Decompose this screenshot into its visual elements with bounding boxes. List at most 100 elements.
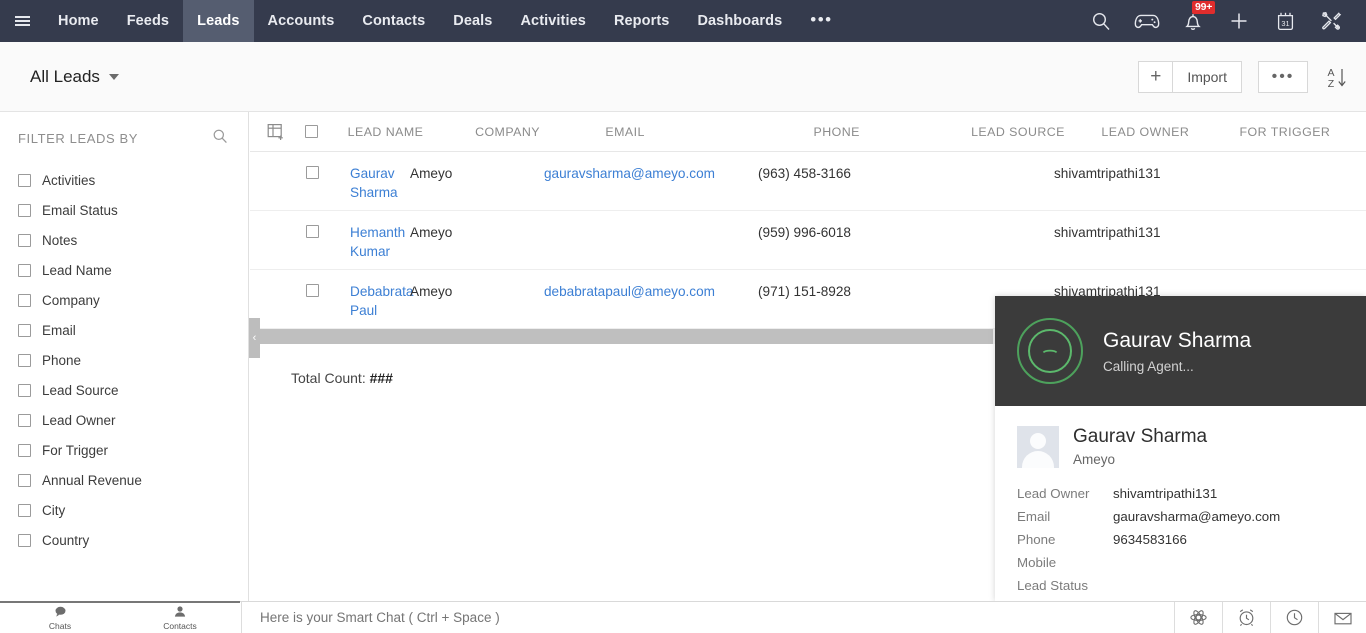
nav-item-leads[interactable]: Leads <box>183 0 254 42</box>
nav-item-feeds[interactable]: Feeds <box>113 0 183 42</box>
total-count-label: Total Count: <box>291 370 366 386</box>
column-header-company[interactable]: COMPANY <box>475 125 605 139</box>
nav-item-dashboards[interactable]: Dashboards <box>683 0 796 42</box>
nav-item-reports[interactable]: Reports <box>600 0 684 42</box>
filter-label: Lead Name <box>42 262 112 278</box>
cell-email[interactable]: gauravsharma@ameyo.com <box>544 164 758 183</box>
cell-lead-name[interactable]: Gaurav Sharma <box>350 164 410 202</box>
filter-checkbox[interactable] <box>18 233 31 247</box>
add-column-icon[interactable] <box>256 123 297 141</box>
search-icon[interactable] <box>1078 0 1124 42</box>
bottom-tab-label: Contacts <box>163 620 197 631</box>
filter-checkbox[interactable] <box>18 263 31 277</box>
cell-lead-name[interactable]: Hemanth Kumar <box>350 223 410 261</box>
filter-item-lead-source[interactable]: Lead Source <box>0 375 248 405</box>
column-header-lead-source[interactable]: LEAD SOURCE <box>971 125 1101 139</box>
table-row[interactable]: Hemanth Kumar Ameyo (959) 996-6018 shiva… <box>250 211 1366 270</box>
filter-label: Lead Owner <box>42 412 116 428</box>
row-checkbox[interactable] <box>298 223 350 238</box>
filter-checkbox[interactable] <box>18 503 31 517</box>
filter-item-email-status[interactable]: Email Status <box>0 195 248 225</box>
alarm-clock-icon[interactable] <box>1222 602 1270 633</box>
nav-label: Home <box>58 13 99 29</box>
cell-lead-name[interactable]: Debabrata Paul <box>350 282 413 320</box>
create-import-group: + Import <box>1138 60 1242 93</box>
gamepad-icon[interactable] <box>1124 0 1170 42</box>
phone-handset-icon[interactable] <box>1028 329 1072 373</box>
filter-item-email[interactable]: Email <box>0 315 248 345</box>
settings-gear-icon[interactable] <box>1174 602 1222 633</box>
filter-checkbox[interactable] <box>18 533 31 547</box>
nav-item-home[interactable]: Home <box>44 0 113 42</box>
filter-item-company[interactable]: Company <box>0 285 248 315</box>
calling-animation <box>1017 318 1083 384</box>
column-header-phone[interactable]: PHONE <box>814 125 972 139</box>
filter-checkbox[interactable] <box>18 473 31 487</box>
bottom-tab-contacts[interactable]: Contacts <box>120 601 240 633</box>
smart-chat-bar[interactable] <box>241 602 1174 633</box>
calendar-icon[interactable]: 31 <box>1262 0 1308 42</box>
bottom-tab-chats[interactable]: Chats <box>0 601 120 633</box>
import-button[interactable]: Import <box>1172 60 1242 93</box>
filter-checkbox[interactable] <box>18 413 31 427</box>
field-label: Mobile <box>1017 555 1057 570</box>
select-all-checkbox[interactable] <box>297 125 348 138</box>
filter-checkbox[interactable] <box>18 323 31 337</box>
nav-label: Leads <box>197 13 240 29</box>
top-navigation-bar: Home Feeds Leads Accounts Contacts Deals… <box>0 0 1366 42</box>
add-lead-button[interactable]: + <box>1138 60 1173 93</box>
filter-item-lead-owner[interactable]: Lead Owner <box>0 405 248 435</box>
nav-label: Activities <box>520 13 586 29</box>
smart-chat-input[interactable] <box>260 610 1174 625</box>
sidebar-collapse-handle[interactable]: ‹ <box>249 318 260 358</box>
filter-item-country[interactable]: Country <box>0 525 248 555</box>
nav-label: Contacts <box>362 13 426 29</box>
view-selector[interactable]: All Leads <box>20 60 129 94</box>
clock-icon[interactable] <box>1270 602 1318 633</box>
filter-item-phone[interactable]: Phone <box>0 345 248 375</box>
table-row[interactable]: Gaurav Sharma Ameyo gauravsharma@ameyo.c… <box>250 152 1366 211</box>
nav-item-contacts[interactable]: Contacts <box>348 0 439 42</box>
filter-item-notes[interactable]: Notes <box>0 225 248 255</box>
sort-az-icon[interactable]: A Z <box>1324 64 1350 90</box>
filter-label: Email Status <box>42 202 118 218</box>
column-header-lead-owner[interactable]: LEAD OWNER <box>1101 125 1239 139</box>
tools-icon[interactable] <box>1308 0 1354 42</box>
person-icon <box>174 605 186 620</box>
view-toolbar: All Leads + Import ••• A Z <box>0 42 1366 112</box>
cell-company: Ameyo <box>410 166 453 181</box>
more-actions-button[interactable]: ••• <box>1258 60 1308 93</box>
hamburger-menu-icon[interactable] <box>0 0 44 42</box>
scrollbar-thumb[interactable] <box>260 329 993 344</box>
table-header-row: LEAD NAME COMPANY EMAIL PHONE LEAD SOURC… <box>250 112 1366 152</box>
bottom-bar-icons <box>1174 602 1366 633</box>
filter-checkbox[interactable] <box>18 383 31 397</box>
nav-more-button[interactable]: ••• <box>796 0 846 42</box>
field-lead-status: Lead Status <box>1017 578 1366 593</box>
nav-item-accounts[interactable]: Accounts <box>254 0 349 42</box>
column-header-lead-name[interactable]: LEAD NAME <box>348 125 475 139</box>
main-nav-links: Home Feeds Leads Accounts Contacts Deals… <box>44 0 847 42</box>
nav-item-deals[interactable]: Deals <box>439 0 506 42</box>
filter-checkbox[interactable] <box>18 353 31 367</box>
column-header-email[interactable]: EMAIL <box>605 125 813 139</box>
filter-item-for-trigger[interactable]: For Trigger <box>0 435 248 465</box>
column-header-for-trigger[interactable]: FOR TRIGGER <box>1240 125 1366 139</box>
filter-item-lead-name[interactable]: Lead Name <box>0 255 248 285</box>
filter-checkbox[interactable] <box>18 293 31 307</box>
filter-checkbox[interactable] <box>18 443 31 457</box>
cell-email[interactable]: debabratapaul@ameyo.com <box>544 282 758 301</box>
row-checkbox[interactable] <box>298 282 350 297</box>
nav-item-activities[interactable]: Activities <box>506 0 599 42</box>
filter-checkbox[interactable] <box>18 203 31 217</box>
cell-lead-owner: shivamtripathi131 <box>1054 166 1161 181</box>
filter-item-annual-revenue[interactable]: Annual Revenue <box>0 465 248 495</box>
plus-icon[interactable] <box>1216 0 1262 42</box>
notifications-bell-icon[interactable]: 99+ <box>1170 0 1216 42</box>
filter-item-city[interactable]: City <box>0 495 248 525</box>
filter-checkbox[interactable] <box>18 173 31 187</box>
envelope-icon[interactable] <box>1318 602 1366 633</box>
filter-search-icon[interactable] <box>212 128 228 149</box>
row-checkbox[interactable] <box>298 164 350 179</box>
filter-item-activities[interactable]: Activities <box>0 165 248 195</box>
